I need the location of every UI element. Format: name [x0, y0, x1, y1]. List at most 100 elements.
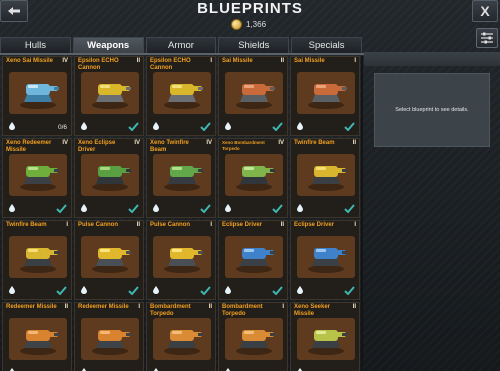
resource-drop-icon: [9, 286, 15, 294]
resource-drop-icon: [153, 204, 159, 212]
owned-check-icon: [272, 204, 283, 213]
blueprint-tier: I: [138, 304, 140, 310]
blueprint-name: Twinfire Beam: [294, 140, 335, 146]
pulse-cannon-icon: [153, 236, 211, 278]
blueprint-name: Epsilon ECHO Cannon: [78, 58, 119, 71]
owned-check-icon: [56, 204, 67, 213]
redeemer-missile-icon: [81, 318, 139, 360]
owned-check-icon: [344, 286, 355, 295]
blueprint-detail-panel: Select blueprint to see details.: [374, 73, 490, 147]
blueprint-card[interactable]: Xeno Redeemer Missile IV: [2, 138, 72, 218]
tab-shields[interactable]: Shields: [218, 37, 290, 53]
credits-amount: 1,366: [246, 20, 267, 29]
green-torpedo-icon: [225, 154, 283, 196]
resource-drop-icon: [81, 122, 87, 130]
blueprint-name: Xeno Eclipse Driver: [78, 140, 116, 153]
blueprint-card[interactable]: Bombardment Torpedo II: [146, 302, 216, 371]
resource-drop-icon: [225, 122, 231, 130]
blueprint-name: Eclipse Driver: [294, 222, 335, 228]
resource-drop-icon: [81, 286, 87, 294]
blueprint-card[interactable]: Xeno Eclipse Driver IV: [74, 138, 144, 218]
torpedo-icon: [153, 318, 211, 360]
blueprint-card[interactable]: Xeno Sai Missile IV 0/6: [2, 56, 72, 136]
resource-drop-icon: [153, 286, 159, 294]
blueprint-card[interactable]: Eclipse Driver II: [218, 220, 288, 300]
owned-check-icon: [200, 122, 211, 131]
blueprint-card[interactable]: Twinfire Beam I: [2, 220, 72, 300]
blueprint-name: Eclipse Driver: [222, 222, 263, 228]
resource-drop-icon: [81, 204, 87, 212]
redeemer-missile-icon: [9, 318, 67, 360]
blueprint-card[interactable]: Xeno Bombardment Torpedo IV: [218, 138, 288, 218]
tab-specials[interactable]: Specials: [291, 37, 362, 53]
resource-drop-icon: [9, 122, 15, 130]
close-button[interactable]: X: [472, 0, 498, 22]
blueprint-tier: II: [136, 222, 140, 228]
resource-drop-icon: [297, 122, 303, 130]
blueprint-name: Redeemer Missile: [78, 304, 129, 310]
blueprint-card[interactable]: Redeemer Missile II: [2, 302, 72, 371]
blueprint-tier: I: [210, 58, 212, 64]
blueprint-name: Redeemer Missile: [6, 304, 57, 310]
green-driver-icon: [81, 154, 139, 196]
yellow-cannon-icon: [153, 72, 211, 114]
seeker-missile-icon: [297, 318, 355, 360]
blueprint-card[interactable]: Xeno Seeker Missile II: [290, 302, 360, 371]
blueprint-tier: I: [210, 222, 212, 228]
blueprint-card[interactable]: Sai Missile I: [290, 56, 360, 136]
owned-check-icon: [128, 204, 139, 213]
xeno-launcher-icon: [9, 72, 67, 114]
owned-check-icon: [128, 286, 139, 295]
filter-button[interactable]: [476, 28, 498, 48]
blueprint-card[interactable]: Pulse Cannon I: [146, 220, 216, 300]
resource-drop-icon: [297, 204, 303, 212]
blueprint-card[interactable]: Redeemer Missile I: [74, 302, 144, 371]
blueprint-tier: I: [66, 222, 68, 228]
blueprint-name: Sai Missile: [294, 58, 325, 64]
blueprint-card[interactable]: Twinfire Beam II: [290, 138, 360, 218]
blueprint-card[interactable]: Epsilon ECHO Cannon II: [74, 56, 144, 136]
blueprint-card[interactable]: Bombardment Torpedo I: [218, 302, 288, 371]
resource-drop-icon: [225, 286, 231, 294]
blueprint-tier: IV: [62, 140, 68, 146]
blueprint-tier: IV: [278, 140, 284, 146]
credits-coin-icon: [231, 19, 242, 30]
owned-check-icon: [200, 286, 211, 295]
yellow-beam-icon: [297, 154, 355, 196]
blueprint-card[interactable]: Eclipse Driver I: [290, 220, 360, 300]
tab-divider: [0, 53, 364, 55]
tab-armor[interactable]: Armor: [145, 37, 217, 53]
blueprint-name: Pulse Cannon: [150, 222, 191, 228]
blueprint-tier: IV: [206, 140, 212, 146]
category-tabs: Hulls Weapons Armor Shields Specials: [0, 37, 364, 53]
blueprint-name: Xeno Twinfire Beam: [150, 140, 189, 153]
tab-weapons[interactable]: Weapons: [72, 37, 144, 53]
blueprint-name: Sai Missile: [222, 58, 253, 64]
blueprint-tier: II: [136, 58, 140, 64]
blueprint-card[interactable]: Epsilon ECHO Cannon I: [146, 56, 216, 136]
sliders-icon: [481, 32, 493, 44]
blueprint-card[interactable]: Xeno Twinfire Beam IV: [146, 138, 216, 218]
sai-missile-icon: [225, 72, 283, 114]
blueprint-card[interactable]: Pulse Cannon II: [74, 220, 144, 300]
blueprint-tier: II: [64, 304, 68, 310]
resource-drop-icon: [225, 204, 231, 212]
blueprint-name: Xeno Bombardment Torpedo: [222, 140, 265, 151]
tab-hulls[interactable]: Hulls: [0, 37, 71, 53]
blueprint-card[interactable]: Sai Missile II: [218, 56, 288, 136]
owned-check-icon: [344, 204, 355, 213]
blueprint-tier: II: [280, 222, 284, 228]
yellow-cannon-icon: [81, 72, 139, 114]
torpedo-icon: [225, 318, 283, 360]
green-launcher-icon: [9, 154, 67, 196]
owned-check-icon: [200, 204, 211, 213]
blueprint-tier: I: [354, 58, 356, 64]
sai-missile-icon: [297, 72, 355, 114]
detail-placeholder-text: Select blueprint to see details.: [395, 107, 469, 113]
blue-driver-icon: [297, 236, 355, 278]
blueprint-name: Xeno Sai Missile: [6, 58, 54, 64]
blue-driver-icon: [225, 236, 283, 278]
grid-scrollbar[interactable]: [361, 56, 363, 371]
owned-check-icon: [344, 122, 355, 131]
pulse-cannon-icon: [81, 236, 139, 278]
